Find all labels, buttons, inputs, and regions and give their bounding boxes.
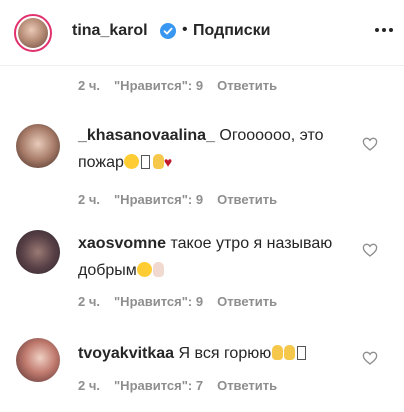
comment-meta: 2 ч. "Нравится": 9 Ответить: [78, 192, 277, 207]
commenter-avatar[interactable]: [16, 338, 60, 382]
like-heart-icon[interactable]: [362, 242, 378, 258]
comment-text: _khasanovaalina_ Огоооооо, это пожар ♥: [78, 122, 358, 176]
relieved-face-icon: [136, 262, 152, 277]
commenter-username[interactable]: _khasanovaalina_: [78, 127, 215, 144]
commenter-username[interactable]: tvoyakvitkaa: [78, 345, 174, 362]
hand-icon: [152, 262, 164, 277]
reply-button[interactable]: Ответить: [217, 192, 277, 207]
like-heart-icon[interactable]: [362, 136, 378, 152]
missing-glyph-icon: [297, 346, 307, 360]
commenter-username[interactable]: xaosvomne: [78, 235, 166, 252]
comment-text: xaosvomne такое утро я называю добрым: [78, 230, 358, 284]
header-separator: •: [182, 21, 188, 38]
comment-likes[interactable]: "Нравится": 9: [114, 192, 203, 207]
more-options-icon[interactable]: [375, 28, 393, 34]
hand-icon: [284, 345, 296, 360]
comment-time[interactable]: 2 ч.: [78, 378, 100, 393]
hand-icon: [152, 154, 164, 169]
verified-badge-icon: [160, 23, 176, 39]
comment-body: Я вся горюю: [178, 345, 272, 362]
red-heart-icon: ♥: [163, 154, 173, 170]
commenter-avatar[interactable]: [16, 124, 60, 168]
comment-meta: 2 ч. "Нравится": 9 Ответить: [78, 294, 277, 309]
comment-time[interactable]: 2 ч.: [78, 78, 100, 93]
reply-button[interactable]: Ответить: [217, 294, 277, 309]
following-button[interactable]: Подписки: [193, 22, 270, 40]
reply-button[interactable]: Ответить: [217, 378, 277, 393]
comment-time[interactable]: 2 ч.: [78, 192, 100, 207]
reply-button[interactable]: Ответить: [217, 78, 277, 93]
hand-icon: [272, 345, 284, 360]
missing-glyph-icon: [140, 155, 150, 169]
comment-likes[interactable]: "Нравится": 9: [114, 294, 203, 309]
comment-likes[interactable]: "Нравится": 7: [114, 378, 203, 393]
comment-text: tvoyakvitkaa Я вся горюю: [78, 340, 358, 367]
comment-likes[interactable]: "Нравится": 9: [114, 78, 203, 93]
post-header: tina_karol • Подписки: [0, 0, 404, 66]
profile-photo: [18, 18, 48, 48]
like-heart-icon[interactable]: [362, 350, 378, 366]
comment-meta: 2 ч. "Нравится": 9 Ответить: [78, 78, 277, 93]
smiling-face-icon: [123, 154, 139, 169]
profile-username[interactable]: tina_karol: [72, 22, 148, 40]
comment-meta: 2 ч. "Нравится": 7 Ответить: [78, 378, 277, 393]
profile-avatar[interactable]: [14, 14, 52, 52]
commenter-avatar[interactable]: [16, 230, 60, 274]
comment-time[interactable]: 2 ч.: [78, 294, 100, 309]
